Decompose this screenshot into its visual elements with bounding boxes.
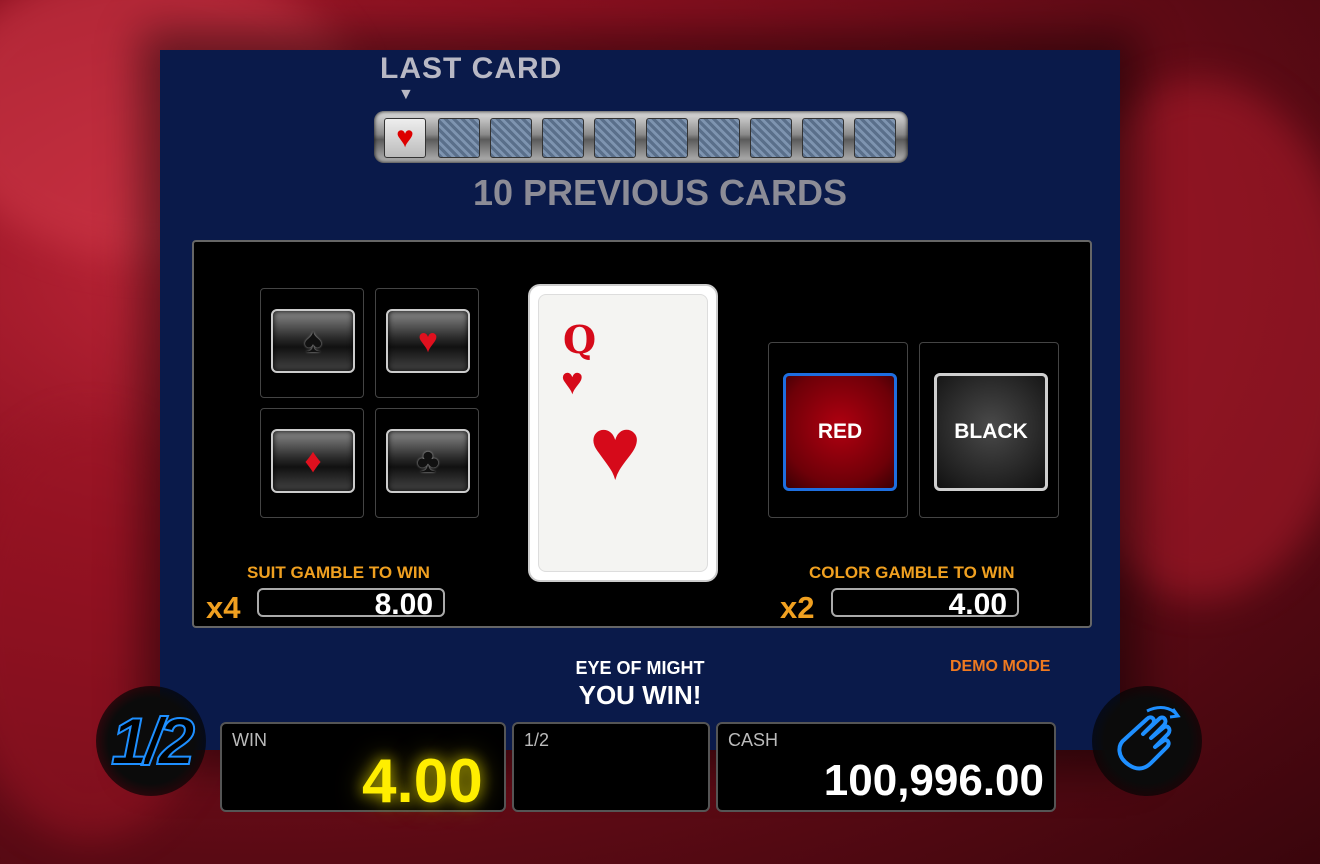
color-win-value: 4.00 [831, 588, 1019, 620]
diamond-icon: ♦ [304, 441, 322, 480]
history-card-back [542, 118, 584, 158]
suit-multiplier: x4 [206, 590, 241, 625]
win-meter: WIN 4.00 [220, 722, 506, 816]
suit-cell-spade: ♠ [260, 288, 364, 398]
color-gamble-label: COLOR GAMBLE TO WIN [809, 563, 1015, 582]
card-history-bar: ♥ [374, 111, 908, 163]
half-meter: 1/2 [512, 722, 710, 812]
half-gamble-label: 1/2 [110, 703, 196, 779]
hand-icon [1117, 706, 1181, 771]
card-face: Q ♥ ♥ [538, 294, 708, 572]
win-label: WIN [232, 730, 267, 750]
heart-icon: ♥ [561, 361, 584, 403]
history-card-back [490, 118, 532, 158]
history-card-back [594, 118, 636, 158]
game-name: EYE OF MIGHT [575, 658, 705, 678]
down-arrow-icon: ▼ [398, 86, 414, 103]
suit-cell-diamond: ♦ [260, 408, 364, 518]
win-value: 4.00 [362, 747, 483, 816]
last-card-label: LAST CARD [380, 52, 563, 85]
spade-icon: ♠ [303, 321, 323, 360]
red-button[interactable]: RED [783, 373, 897, 491]
color-multiplier: x2 [780, 590, 815, 625]
history-card-back [646, 118, 688, 158]
collect-button[interactable] [1092, 686, 1202, 796]
color-cell-black: BLACK [919, 342, 1059, 518]
history-card-back [750, 118, 792, 158]
suit-cell-club: ♣ [375, 408, 479, 518]
suit-gamble-label: SUIT GAMBLE TO WIN [247, 563, 430, 582]
cash-label: CASH [728, 730, 779, 750]
demo-mode-label: DEMO MODE [950, 658, 1051, 675]
gamble-card: Q ♥ ♥ [528, 284, 718, 582]
win-message: YOU WIN! [578, 680, 702, 710]
cash-meter: CASH 100,996.00 [716, 722, 1056, 812]
diamond-button[interactable]: ♦ [271, 429, 355, 493]
suit-cell-heart: ♥ [375, 288, 479, 398]
heart-icon: ♥ [417, 321, 439, 360]
half-label: 1/2 [524, 730, 550, 750]
spade-button[interactable]: ♠ [271, 309, 355, 373]
color-cell-red: RED [768, 342, 908, 518]
history-card-back [438, 118, 480, 158]
card-rank: Q [563, 317, 597, 362]
club-button[interactable]: ♣ [386, 429, 470, 493]
previous-cards-label: 10 PREVIOUS CARDS [472, 172, 848, 213]
heart-icon: ♥ [589, 399, 642, 498]
heart-button[interactable]: ♥ [386, 309, 470, 373]
club-icon: ♣ [416, 441, 440, 480]
cash-value: 100,996.00 [823, 756, 1044, 805]
history-card-heart: ♥ [384, 118, 426, 158]
history-card-back [854, 118, 896, 158]
heart-icon: ♥ [396, 121, 414, 154]
black-button[interactable]: BLACK [934, 373, 1048, 491]
history-card-back [802, 118, 844, 158]
half-gamble-button[interactable]: 1/2 [96, 686, 206, 796]
suit-win-value: 8.00 [257, 588, 445, 620]
history-card-back [698, 118, 740, 158]
